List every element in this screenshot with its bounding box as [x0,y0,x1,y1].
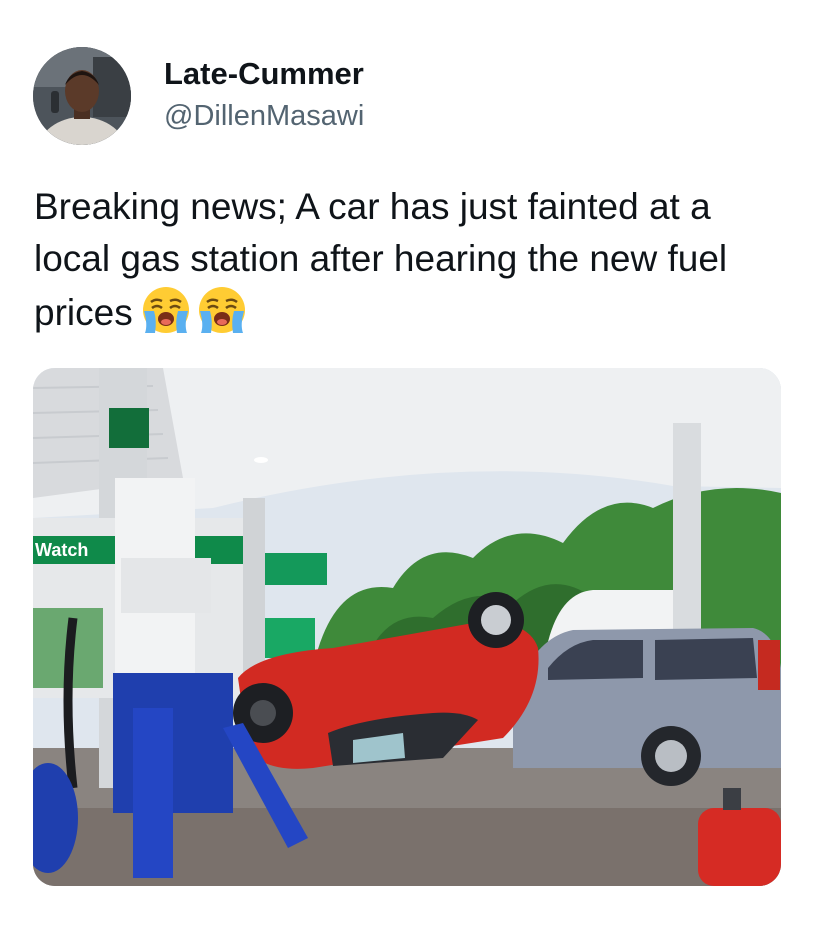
tweet-card: Late-Cummer @DillenMasawi Breaking news;… [0,0,816,930]
tweet-text-block: Breaking news; A car has just fainted at… [34,181,784,349]
watch-sign: Watch [35,540,88,560]
tweet-text: Breaking news; A car has just fainted at… [34,186,728,333]
author-display-name[interactable]: Late-Cummer [164,56,364,92]
emoji-group [141,285,253,349]
gas-station-photo: Watch [33,368,781,886]
loudly-crying-face-icon [142,287,189,333]
tweet-media-photo[interactable]: Watch [33,368,781,886]
loudly-crying-face-icon [198,287,245,333]
author-avatar[interactable] [33,47,131,145]
author-handle[interactable]: @DillenMasawi [164,98,364,134]
avatar-photo-icon [33,47,131,145]
author-block: Late-Cummer @DillenMasawi [164,56,364,134]
